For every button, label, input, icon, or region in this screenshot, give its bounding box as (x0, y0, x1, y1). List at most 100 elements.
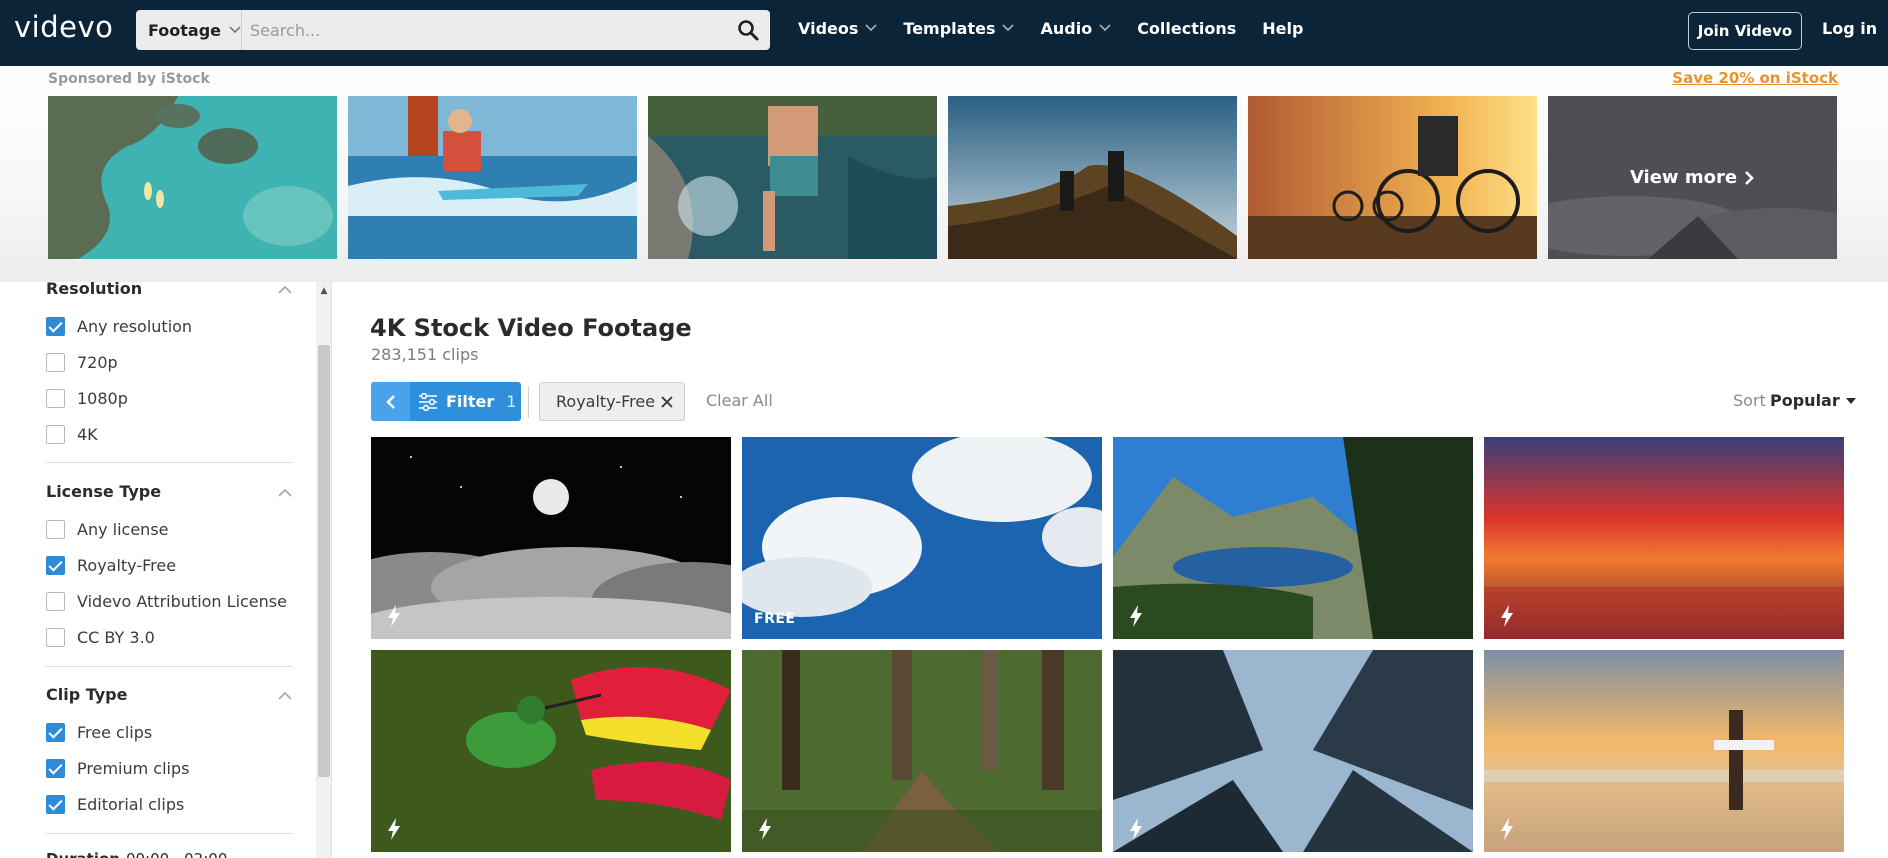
couple-beach-image (1484, 650, 1844, 852)
chevron-up-icon[interactable] (278, 691, 292, 701)
videvo-logo[interactable]: videvo (14, 10, 113, 44)
duration-section-title[interactable]: Duration 00:00 - 02:00 (46, 850, 227, 858)
checkbox[interactable] (46, 388, 65, 408)
option-1080p[interactable]: 1080p (46, 387, 128, 409)
clip-card-skyscrapers[interactable] (1113, 650, 1473, 852)
view-more-label: View more (1629, 167, 1738, 188)
sort-dropdown[interactable]: Popular (1770, 391, 1856, 410)
sponsored-thumb-cliff-jump[interactable] (648, 96, 937, 259)
search-type-dropdown[interactable]: Footage (136, 10, 242, 50)
checkbox[interactable] (46, 591, 65, 611)
resolution-section-title[interactable]: Resolution (46, 282, 142, 298)
premium-bolt-icon (1130, 818, 1142, 840)
sponsored-label: Sponsored by iStock (48, 71, 210, 87)
checkbox[interactable] (46, 519, 65, 539)
main-nav: Videos Templates Audio Collections Help (798, 0, 1329, 56)
filter-button[interactable]: Filter 1 (410, 382, 521, 421)
option-cc-by[interactable]: CC BY 3.0 (46, 626, 155, 648)
checkbox[interactable] (46, 555, 65, 575)
collapse-filter-button[interactable] (371, 382, 410, 421)
section-divider (46, 666, 293, 667)
istock-discount-link[interactable]: Save 20% on iStock (1672, 69, 1838, 87)
clip-card-moon-clouds[interactable] (371, 437, 731, 639)
active-filter-chip[interactable]: Royalty-Free (539, 382, 685, 421)
sort-value: Popular (1770, 391, 1840, 410)
hummingbird-image (371, 650, 731, 852)
red-sunset-image (1484, 437, 1844, 639)
option-free-clips[interactable]: Free clips (46, 721, 152, 743)
clip-card-mountain-lake[interactable] (1113, 437, 1473, 639)
forest-path-image (742, 650, 1102, 852)
view-more-tile[interactable]: View more (1548, 96, 1837, 259)
close-icon[interactable] (660, 395, 674, 409)
option-label: Royalty-Free (77, 555, 177, 575)
filter-toggle-button[interactable]: Filter 1 (371, 382, 521, 421)
mountain-bikers-image (1248, 96, 1537, 259)
sidebar-scrollbar-thumb[interactable] (318, 345, 330, 777)
option-videvo-attribution[interactable]: Videvo Attribution License (46, 590, 287, 612)
clip-card-hummingbird[interactable] (371, 650, 731, 852)
moon-clouds-image (371, 437, 731, 639)
hikers-image (948, 96, 1237, 259)
checkbox[interactable] (46, 722, 65, 742)
section-divider (46, 833, 293, 834)
premium-bolt-icon (1501, 818, 1513, 840)
view-more-button[interactable]: View more (1548, 96, 1837, 259)
checkbox[interactable] (46, 758, 65, 778)
clear-all-link[interactable]: Clear All (706, 391, 773, 410)
sky-clouds-image (742, 437, 1102, 639)
search-box: Footage (136, 10, 770, 50)
nav-videos[interactable]: Videos (798, 19, 877, 38)
option-any-license[interactable]: Any license (46, 518, 169, 540)
nav-audio[interactable]: Audio (1040, 19, 1111, 38)
nav-help[interactable]: Help (1262, 19, 1303, 38)
chip-label: Royalty-Free (556, 392, 656, 411)
option-any-resolution[interactable]: Any resolution (46, 315, 192, 337)
sponsored-thumb-reef[interactable] (48, 96, 337, 259)
option-4k[interactable]: 4K (46, 423, 98, 445)
option-premium-clips[interactable]: Premium clips (46, 757, 189, 779)
nav-collections-label: Collections (1137, 18, 1237, 38)
filter-count: 1 (506, 392, 517, 411)
chevron-up-icon[interactable] (278, 285, 292, 295)
login-link[interactable]: Log in (1822, 19, 1877, 38)
option-editorial-clips[interactable]: Editorial clips (46, 793, 184, 815)
duration-value: 00:00 - 02:00 (126, 850, 227, 858)
clip-card-forest-path[interactable] (742, 650, 1102, 852)
license-section-title[interactable]: License Type (46, 482, 161, 501)
checkbox[interactable] (46, 352, 65, 372)
sliders-icon (419, 392, 437, 411)
search-input[interactable] (244, 10, 714, 50)
clip-card-red-sunset[interactable] (1484, 437, 1844, 639)
scroll-up-arrow-icon[interactable]: ▲ (318, 286, 330, 296)
checkbox[interactable] (46, 627, 65, 647)
search-icon[interactable] (736, 18, 760, 42)
sponsored-thumb-bikers[interactable] (1248, 96, 1537, 259)
nav-help-label: Help (1262, 18, 1304, 38)
premium-bolt-icon (388, 605, 400, 627)
sponsored-thumb-surfing[interactable] (348, 96, 637, 259)
clip-card-sky-clouds[interactable]: FREE (742, 437, 1102, 639)
premium-bolt-icon (1501, 605, 1513, 627)
option-royalty-free[interactable]: Royalty-Free (46, 554, 176, 576)
option-label: Premium clips (77, 758, 190, 778)
chevron-left-icon (385, 394, 395, 409)
filter-sidebar: ▲ Resolution Any resolution 720p 1080p 4… (0, 282, 332, 858)
clip-card-couple-beach[interactable] (1484, 650, 1844, 852)
option-label: Editorial clips (77, 794, 185, 814)
clip-type-section-title[interactable]: Clip Type (46, 685, 127, 704)
nav-audio-label: Audio (1040, 18, 1093, 38)
page-title: 4K Stock Video Footage (370, 314, 692, 342)
cliff-jump-image (648, 96, 937, 259)
search-type-label: Footage (148, 20, 222, 40)
checkbox[interactable] (46, 316, 65, 336)
option-720p[interactable]: 720p (46, 351, 118, 373)
nav-templates[interactable]: Templates (903, 19, 1015, 38)
filter-separator (528, 386, 529, 418)
checkbox[interactable] (46, 794, 65, 814)
checkbox[interactable] (46, 424, 65, 444)
chevron-up-icon[interactable] (278, 488, 292, 498)
sponsored-thumb-hikers[interactable] (948, 96, 1237, 259)
nav-collections[interactable]: Collections (1137, 19, 1236, 38)
join-button[interactable]: Join Videvo (1688, 12, 1802, 50)
